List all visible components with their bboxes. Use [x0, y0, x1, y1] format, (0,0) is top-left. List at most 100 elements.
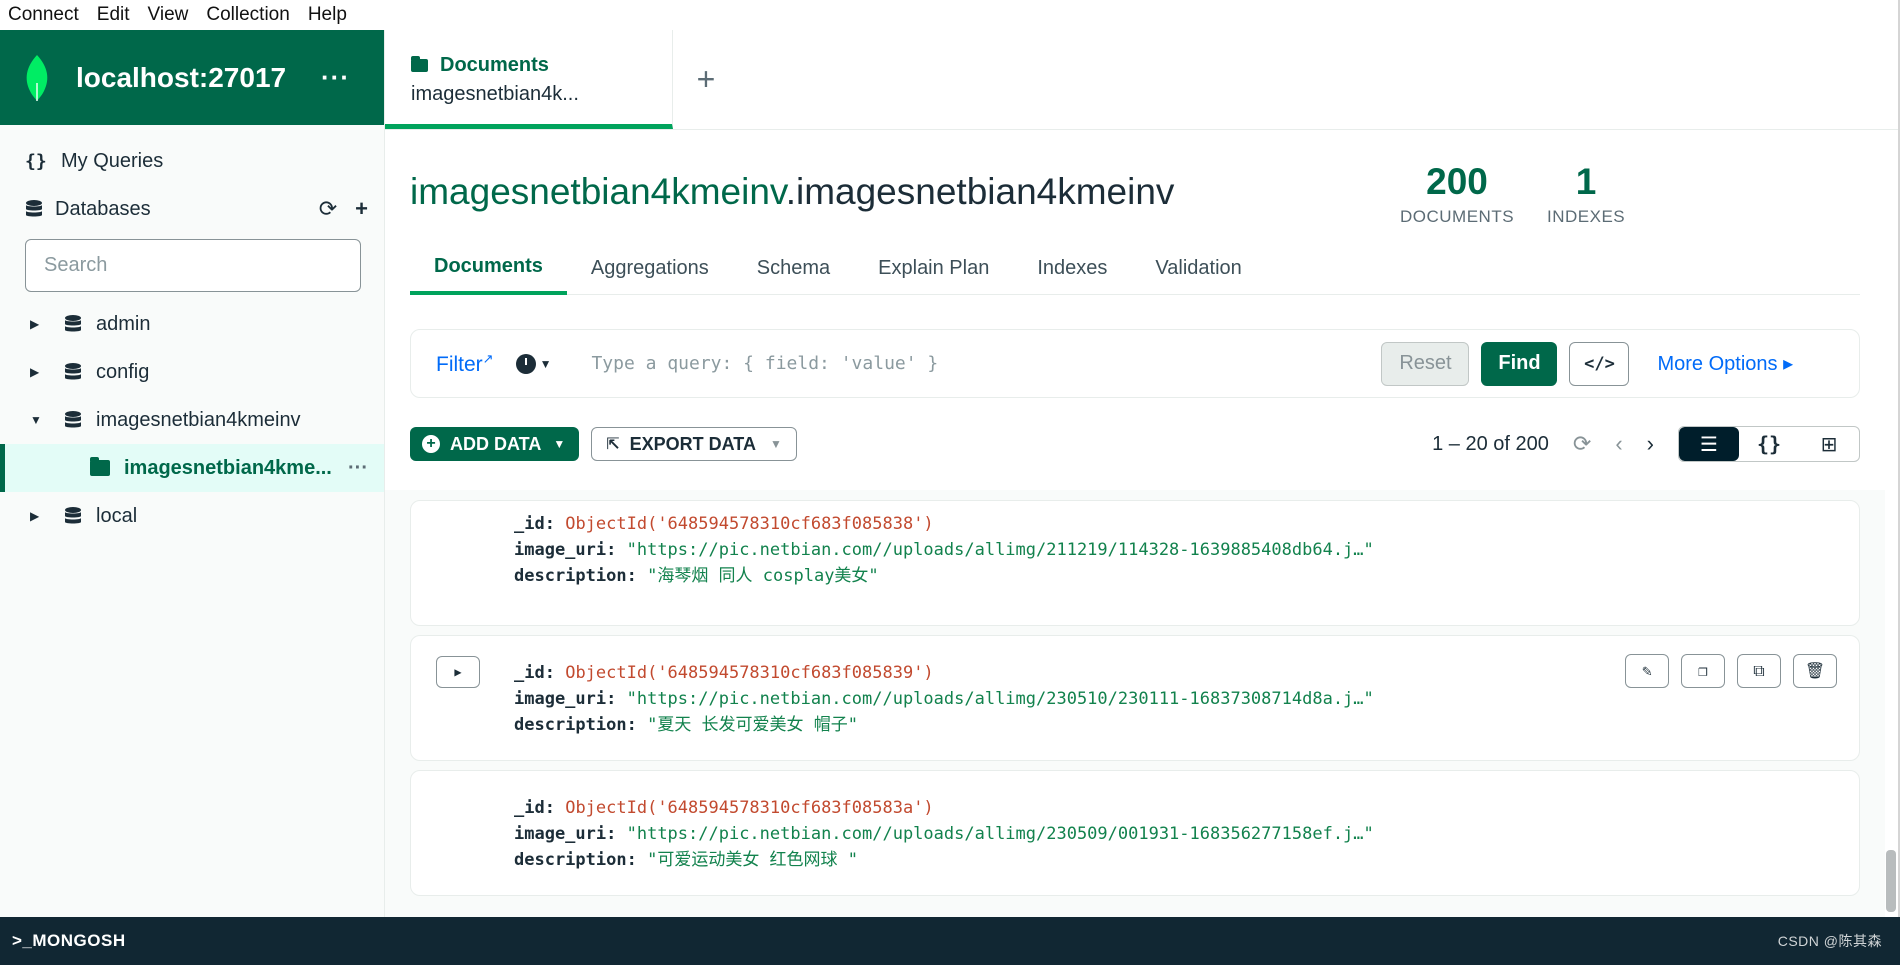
- clone-document-icon[interactable]: ⧉: [1737, 654, 1781, 688]
- external-link-icon: ↗: [482, 350, 494, 366]
- document-id: ObjectId('648594578310cf683f085839'): [565, 663, 934, 683]
- document-card-hovered[interactable]: ▶ _id: ObjectId('648594578310cf683f08583…: [410, 635, 1860, 761]
- tree-item-config[interactable]: ▶ config: [0, 348, 384, 396]
- tree-item-label: imagesnetbian4kmeinv: [96, 408, 301, 431]
- document-id: ObjectId('648594578310cf683f085838'): [565, 514, 934, 534]
- document-description: "夏天 长发可爱美女 帽子": [647, 715, 859, 735]
- menu-edit[interactable]: Edit: [97, 4, 130, 26]
- tree-item-local[interactable]: ▶ local: [0, 492, 384, 540]
- menu-help[interactable]: Help: [308, 4, 347, 26]
- tree-item-label: config: [96, 360, 150, 383]
- add-tab-button[interactable]: +: [673, 30, 739, 129]
- export-data-button[interactable]: ⇱ EXPORT DATA ▼: [591, 427, 797, 461]
- tab-kind-label: Documents: [440, 54, 549, 76]
- query-bar: Filter↗ ▼ Type a query: { field: 'value'…: [410, 329, 1860, 398]
- documents-stat: 200 DOCUMENTS: [1400, 161, 1514, 227]
- tab-documents[interactable]: Documents imagesnetbian4k...: [385, 30, 673, 129]
- delete-trash-icon[interactable]: 🗑: [1793, 654, 1837, 688]
- folder-icon: [90, 457, 110, 476]
- sidebar-search-input[interactable]: Search: [25, 239, 361, 292]
- document-description: "海琴烟 同人 cosplay美女": [647, 566, 879, 586]
- caret-down-icon: ▼: [553, 437, 566, 451]
- sidebar-item-my-queries[interactable]: {} My Queries: [0, 137, 384, 185]
- filter-link[interactable]: Filter↗: [436, 351, 494, 377]
- tree-item-admin[interactable]: ▶ admin: [0, 300, 384, 348]
- caret-right-icon: ▶: [30, 509, 40, 523]
- query-history-icon[interactable]: [515, 353, 536, 374]
- collection-more-button[interactable]: ···: [348, 457, 368, 480]
- tree-item-label: local: [96, 504, 138, 527]
- next-page-icon[interactable]: ›: [1647, 431, 1654, 457]
- json-view-icon[interactable]: {}: [1739, 427, 1799, 461]
- refresh-icon[interactable]: ⟳: [1573, 431, 1591, 457]
- sidebar: localhost:27017 ··· {} My Queries Databa…: [0, 30, 385, 917]
- subtab-aggregations[interactable]: Aggregations: [567, 241, 733, 295]
- database-icon: [65, 507, 81, 524]
- document-description: "可爱运动美女 红色网球 ": [647, 850, 859, 870]
- documents-scrollbar[interactable]: [1886, 850, 1896, 912]
- document-card[interactable]: _id: ObjectId('648594578310cf683f085838'…: [410, 500, 1860, 626]
- list-view-icon[interactable]: ☰: [1679, 427, 1739, 461]
- caret-down-icon[interactable]: ▼: [540, 357, 552, 371]
- mongosh-label: >_MONGOSH: [12, 931, 126, 950]
- mongosh-bar[interactable]: >_MONGOSH CSDN @陈其森: [0, 917, 1900, 965]
- indexes-count: 1: [1575, 161, 1597, 202]
- menu-connect[interactable]: Connect: [8, 4, 79, 26]
- indexes-stat: 1 INDEXES: [1547, 161, 1625, 227]
- previous-page-icon[interactable]: ‹: [1615, 431, 1622, 457]
- document-card[interactable]: _id: ObjectId('648594578310cf683f08583a'…: [410, 770, 1860, 896]
- export-icon: ⇱: [606, 436, 620, 453]
- table-view-icon[interactable]: ⊞: [1799, 427, 1859, 461]
- connection-more-button[interactable]: ···: [321, 62, 350, 93]
- subtab-schema[interactable]: Schema: [733, 241, 854, 295]
- mongodb-leaf-icon: [26, 54, 48, 101]
- menu-collection[interactable]: Collection: [206, 4, 289, 26]
- database-icon: [65, 411, 81, 428]
- namespace-dot: .: [785, 171, 796, 212]
- documents-count: 200: [1426, 161, 1488, 202]
- sidebar-item-databases[interactable]: Databases ⟳ +: [0, 185, 384, 233]
- copy-document-icon[interactable]: ❐: [1681, 654, 1725, 688]
- more-options-button[interactable]: More Options ▸: [1657, 351, 1793, 376]
- reset-button[interactable]: Reset: [1381, 341, 1470, 386]
- expand-document-button[interactable]: ▶: [436, 656, 480, 688]
- tab-name-label: imagesnetbian4k...: [411, 83, 579, 105]
- subtab-indexes[interactable]: Indexes: [1013, 241, 1131, 295]
- view-toggle: ☰ {} ⊞: [1678, 426, 1860, 462]
- tree-item-collection-active[interactable]: imagesnetbian4kme... ···: [0, 444, 384, 492]
- subtab-explain-plan[interactable]: Explain Plan: [854, 241, 1013, 295]
- add-data-button[interactable]: + ADD DATA ▼: [410, 427, 580, 461]
- connection-title: localhost:27017: [76, 61, 287, 93]
- watermark-text: CSDN @陈其森: [1777, 933, 1882, 949]
- tree-item-imagesnetbian4kmeinv[interactable]: ▼ imagesnetbian4kmeinv: [0, 396, 384, 444]
- menu-bar: Connect Edit View Collection Help: [0, 0, 1900, 30]
- document-image-uri: "https://pic.netbian.com//uploads/allimg…: [626, 824, 1374, 844]
- folder-icon: [411, 56, 428, 72]
- query-input[interactable]: Type a query: { field: 'value' }: [591, 353, 1381, 374]
- document-id: ObjectId('648594578310cf683f08583a'): [565, 798, 934, 818]
- database-icon: [65, 363, 81, 380]
- caret-right-icon: ▶: [30, 317, 40, 331]
- subtab-validation[interactable]: Validation: [1131, 241, 1265, 295]
- tree-item-label: imagesnetbian4kme...: [124, 456, 332, 479]
- menu-view[interactable]: View: [148, 4, 189, 26]
- subtab-documents[interactable]: Documents: [410, 241, 567, 295]
- pagination-text: 1 – 20 of 200: [1432, 432, 1549, 455]
- plus-circle-icon: +: [422, 435, 440, 453]
- find-button[interactable]: Find: [1481, 341, 1558, 386]
- code-view-button[interactable]: </>: [1569, 341, 1630, 386]
- caret-down-icon: ▼: [30, 413, 42, 427]
- my-queries-label: My Queries: [61, 149, 164, 172]
- edit-pencil-icon[interactable]: ✎: [1625, 654, 1669, 688]
- caret-down-icon: ▼: [769, 437, 782, 451]
- add-database-icon[interactable]: +: [355, 196, 368, 222]
- workspace-tabbar: Documents imagesnetbian4k... +: [385, 30, 1900, 130]
- namespace-collection: imagesnetbian4kmeinv: [795, 171, 1175, 212]
- document-image-uri: "https://pic.netbian.com//uploads/allimg…: [626, 689, 1374, 709]
- documents-toolbar: + ADD DATA ▼ ⇱ EXPORT DATA ▼ 1 – 20 of 2…: [410, 426, 1860, 462]
- indexes-count-label: INDEXES: [1547, 207, 1626, 226]
- namespace-title: imagesnetbian4kmeinv.imagesnetbian4kmein…: [410, 171, 1174, 213]
- document-actions: ✎ ❐ ⧉ 🗑: [1625, 654, 1837, 688]
- namespace-db[interactable]: imagesnetbian4kmeinv: [410, 171, 786, 212]
- refresh-icon[interactable]: ⟳: [319, 196, 337, 222]
